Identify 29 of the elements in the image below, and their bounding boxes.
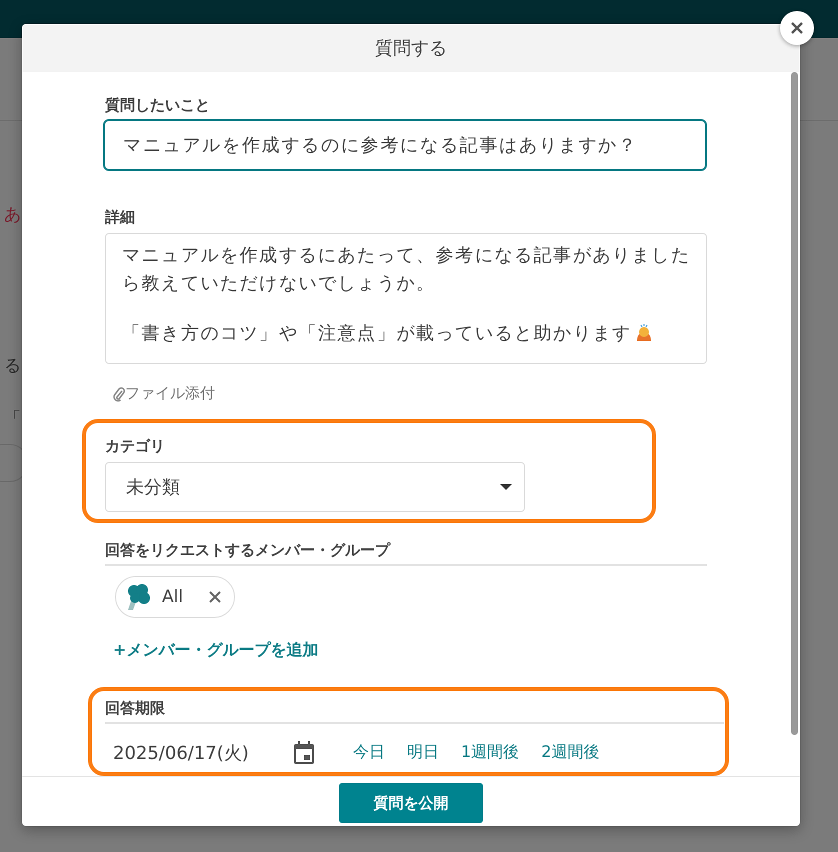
caret-icon [500, 483, 512, 492]
attach-file-link[interactable]: ファイル添付 [113, 384, 215, 404]
publish-button[interactable]: 質問を公開 [339, 783, 483, 823]
date-shortcut-link[interactable]: 2週間後 [541, 742, 600, 764]
calendar-icon [293, 740, 315, 765]
date-shortcut-link[interactable]: 今日 [353, 742, 385, 764]
date-shortcut-link[interactable]: 明日 [407, 742, 439, 764]
date-shortcut-link[interactable]: 1週間後 [461, 742, 520, 764]
field-label: 詳細 [105, 208, 136, 228]
remove-button[interactable] [208, 590, 222, 604]
chip-label: All [162, 586, 184, 607]
background-text: あ [4, 204, 21, 226]
scrollbar[interactable] [791, 72, 798, 735]
close-icon [790, 21, 804, 35]
background-text: る [4, 355, 21, 377]
date-value[interactable]: 2025/06/17(火) [113, 740, 293, 765]
field-label: 回答をリクエストするメンバー・グループ [105, 541, 392, 560]
calendar-button[interactable] [293, 740, 315, 765]
field-label: 質問したいこと [105, 96, 211, 115]
paperclip-icon [113, 386, 125, 402]
add-member-link[interactable]: +メンバー・グループを追加 [113, 640, 318, 661]
dialog-title: 質問する [375, 37, 447, 60]
field-label: カテゴリ [105, 437, 166, 456]
category-select[interactable]: 未分類 [105, 462, 525, 512]
question-field[interactable]: マニュアルを作成するのに参考になる記事はありますか？ [103, 119, 707, 171]
close-icon [208, 590, 222, 604]
details-field[interactable]: マニュアルを作成するにあたって、参考になる記事がありましたら教えていただけないでしょうか。 「書き方のコツ」や「注意点」が載っていると助かります [105, 233, 707, 364]
background-text: 「 [4, 408, 21, 430]
field-label: 回答期限 [105, 698, 166, 718]
